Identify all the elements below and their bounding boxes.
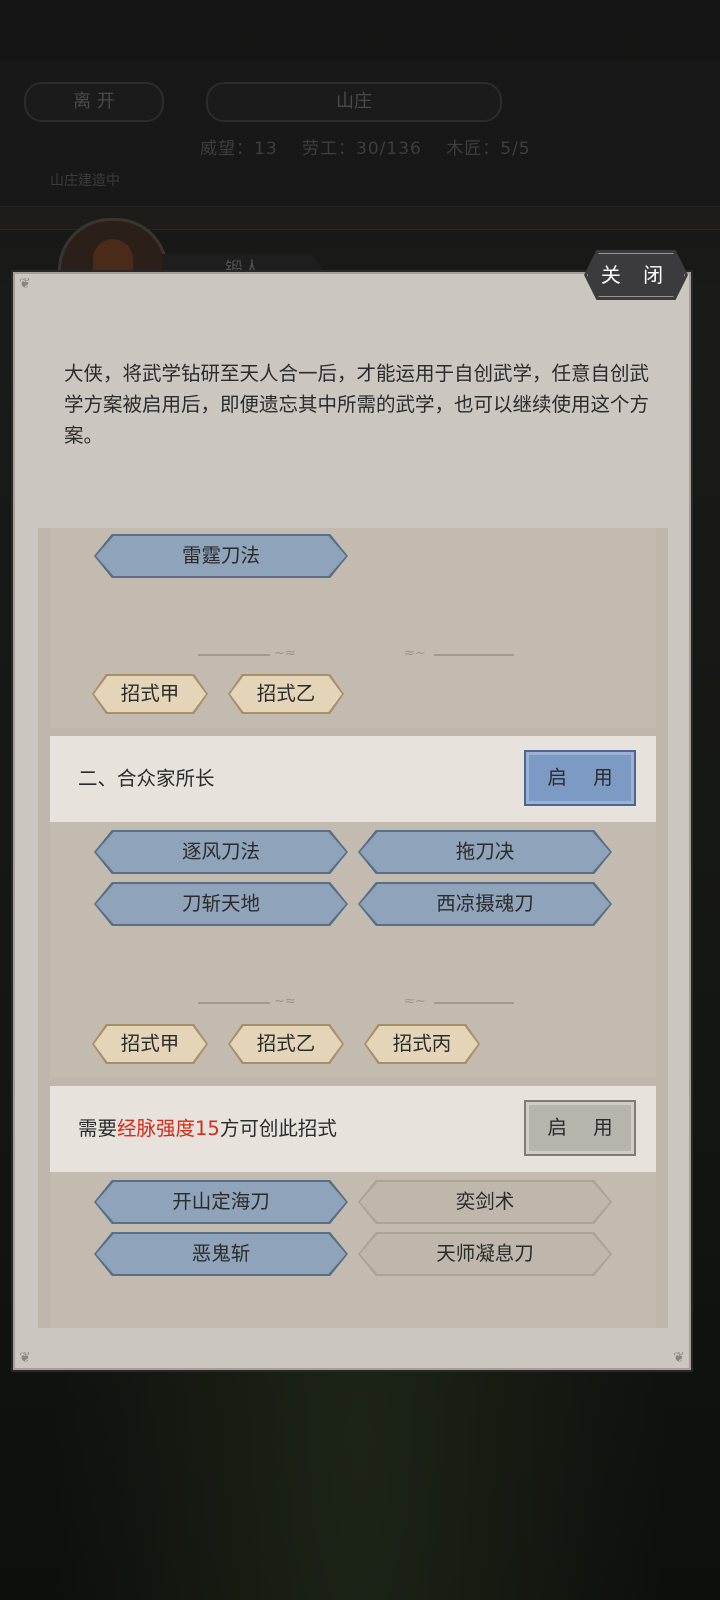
leave-button: 离 开 — [24, 82, 164, 122]
enable-button[interactable]: 启 用 — [524, 1100, 636, 1156]
move-chip: 招式甲 — [92, 1024, 208, 1064]
plan-header: 二、合众家所长 启 用 — [50, 736, 656, 822]
plan-requirement: 需要经脉强度15方可创此招式 — [78, 1117, 337, 1140]
plan-header: 需要经脉强度15方可创此招式 启 用 — [50, 1086, 656, 1172]
move-chip: 招式甲 — [92, 674, 208, 714]
plan-title: 二、合众家所长 — [78, 767, 215, 790]
status-note: 山庄建造中 — [50, 173, 120, 189]
corner-ornament-icon: ❦ — [19, 1350, 31, 1366]
move-chip: 招式乙 — [228, 674, 344, 714]
skill-chip: 西凉摄魂刀 — [358, 882, 612, 926]
plan-list[interactable]: 雷霆刀法 ~≈ ≈~ 招式甲 招式乙 二、合众家所长 启 用 逐风刀法 拖刀决 … — [38, 528, 668, 1328]
ornament-divider: ~≈ ≈~ — [198, 646, 518, 661]
dialog-description: 大侠，将武学钻研至天人合一后，才能运用于自创武学，任意自创武学方案被启用后，即便… — [64, 362, 650, 447]
skill-chip: 逐风刀法 — [94, 830, 348, 874]
skill-chip: 雷霆刀法 — [94, 534, 348, 578]
ornament-divider: ~≈ ≈~ — [198, 994, 518, 1009]
enable-button[interactable]: 启 用 — [524, 750, 636, 806]
skill-chip: 拖刀决 — [358, 830, 612, 874]
skill-chip: 恶鬼斩 — [94, 1232, 348, 1276]
corner-ornament-icon: ❦ — [673, 1350, 685, 1366]
prestige-stat: 威望：13 — [200, 139, 278, 159]
move-chip: 招式乙 — [228, 1024, 344, 1064]
laborer-stat: 劳工：30/136 — [302, 139, 422, 159]
carpenter-stat: 木匠：5/5 — [446, 139, 531, 159]
village-title: 山庄 — [206, 82, 502, 122]
close-button[interactable]: 关 闭 — [584, 250, 688, 300]
skill-chip-locked: 天师凝息刀 — [358, 1232, 612, 1276]
village-stats: 威望：13 劳工：30/136 木匠：5/5 — [200, 134, 549, 159]
skill-chip-locked: 奕剑术 — [358, 1180, 612, 1224]
corner-ornament-icon: ❦ — [19, 276, 31, 292]
requirement-highlight: 经脉强度15 — [117, 1117, 220, 1140]
skill-chip: 开山定海刀 — [94, 1180, 348, 1224]
skill-chip: 刀斩天地 — [94, 882, 348, 926]
move-chip: 招式丙 — [364, 1024, 480, 1064]
